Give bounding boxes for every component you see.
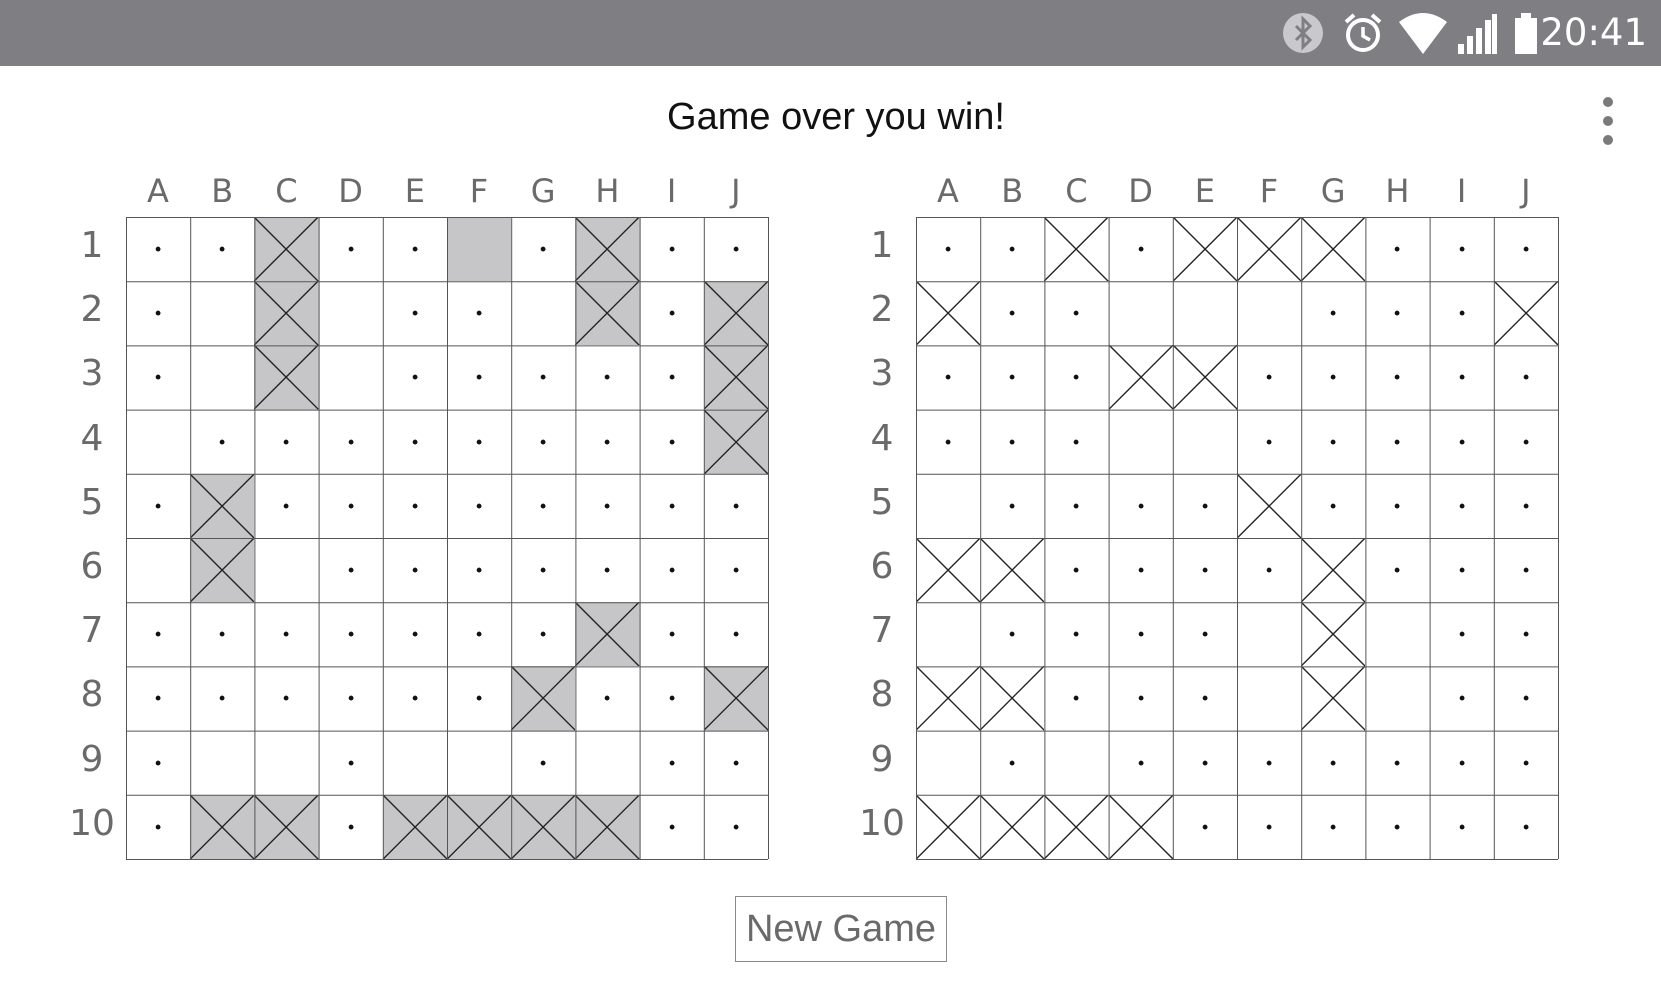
column-label-f: F	[1259, 172, 1279, 210]
row-label-6: 6	[80, 546, 104, 587]
column-label-c: C	[275, 172, 298, 210]
alarm-icon	[1344, 13, 1382, 52]
column-label-i: I	[1456, 172, 1467, 210]
more-vert-icon[interactable]	[1586, 92, 1628, 150]
row-label-3: 3	[870, 353, 894, 395]
row-label-2: 2	[80, 289, 104, 331]
bluetooth-icon	[1283, 13, 1323, 53]
column-label-g: G	[530, 172, 556, 210]
player-grid	[126, 217, 769, 860]
column-label-e: E	[404, 172, 425, 210]
column-label-h: H	[595, 172, 620, 210]
player-grid-lines	[126, 217, 769, 860]
game-status-title: Game over you win!	[667, 96, 1005, 138]
row-label-5: 5	[80, 481, 104, 523]
opponent-grid	[916, 217, 1559, 860]
opponent-grid-lines	[916, 217, 1559, 860]
row-label-2: 2	[870, 289, 894, 331]
column-label-e: E	[1194, 172, 1215, 210]
row-label-8: 8	[80, 674, 104, 716]
column-label-a: A	[937, 172, 959, 210]
column-label-i: I	[666, 172, 677, 210]
row-label-4: 4	[870, 417, 894, 459]
row-label-10: 10	[69, 802, 115, 844]
row-label-3: 3	[80, 353, 104, 395]
row-label-1: 1	[80, 225, 104, 266]
column-label-b: B	[1001, 172, 1024, 210]
row-label-7: 7	[870, 610, 894, 652]
row-label-1: 1	[870, 225, 894, 266]
column-label-f: F	[469, 172, 489, 210]
column-label-d: D	[338, 172, 363, 210]
wifi-icon	[1399, 13, 1447, 54]
battery-icon	[1515, 13, 1537, 54]
column-label-c: C	[1065, 172, 1088, 210]
column-label-h: H	[1385, 172, 1410, 210]
column-label-b: B	[211, 172, 234, 210]
new-game-button[interactable]: New Game	[735, 896, 947, 962]
row-label-5: 5	[870, 481, 894, 523]
signal-icon	[1458, 14, 1497, 54]
row-label-10: 10	[859, 802, 905, 844]
status-time: 20:41	[1540, 11, 1647, 54]
row-label-8: 8	[870, 674, 894, 716]
column-label-j: J	[1521, 172, 1531, 210]
row-label-7: 7	[80, 610, 104, 652]
status-bar: 20:41	[0, 0, 1661, 66]
column-label-d: D	[1128, 172, 1153, 210]
row-label-6: 6	[870, 546, 894, 587]
row-label-4: 4	[80, 417, 104, 459]
column-label-g: G	[1320, 172, 1346, 210]
column-label-a: A	[147, 172, 169, 210]
row-label-9: 9	[80, 738, 104, 780]
row-label-9: 9	[870, 738, 894, 780]
column-label-j: J	[731, 172, 741, 210]
